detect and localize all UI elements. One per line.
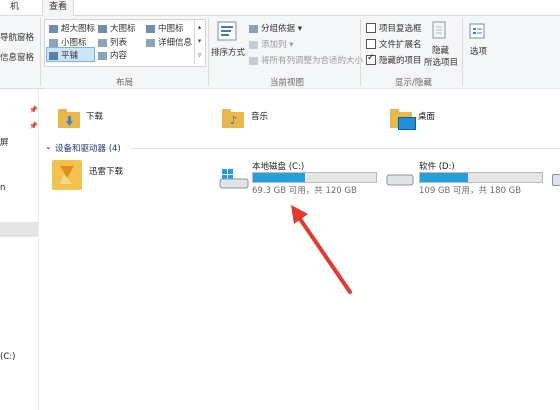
options-icon[interactable] <box>468 22 486 40</box>
add-column-icon <box>249 40 258 49</box>
layout-extra-large-icons[interactable]: 超大图标 <box>49 22 95 34</box>
layout-large-icons[interactable]: 大图标 <box>98 22 136 34</box>
hide-selected-button[interactable]: 隐藏 <box>432 44 449 56</box>
layout-scroll-arrows[interactable]: ▴ ▾ ▿ <box>194 20 204 64</box>
annotation-arrow <box>291 205 352 294</box>
tiles-icon <box>49 51 58 60</box>
item-checkboxes-label: 项目复选框 <box>379 24 422 34</box>
desktop-monitor-icon <box>398 117 416 130</box>
hide-selected-sublabel: 所选项目 <box>424 58 459 68</box>
pin-icon: 📌 <box>29 122 38 130</box>
folder-desktop[interactable]: 桌面 <box>418 110 435 122</box>
file-extensions-checkbox[interactable] <box>366 39 376 49</box>
tab-view[interactable]: 查看 <box>42 0 75 16</box>
ribbon-separator <box>462 18 463 86</box>
group-label-current-view: 当前视图 <box>270 78 305 88</box>
content-icon <box>98 51 107 60</box>
add-column-button[interactable]: 添加列 ▾ <box>249 38 293 50</box>
ribbon-separator <box>360 18 361 86</box>
sidebar-item-drive-c[interactable]: (C:) <box>0 352 15 362</box>
drive-d-icon <box>386 174 414 186</box>
partial-drive-icon <box>552 174 560 186</box>
group-label-layout: 布局 <box>116 78 134 88</box>
collapse-chevron-icon[interactable]: ⌄ <box>45 142 52 151</box>
size-columns-button[interactable]: 将所有列调整为合适的大小 <box>249 54 363 66</box>
file-extensions-label: 文件扩展名 <box>379 40 422 50</box>
list-icon <box>98 38 107 47</box>
medium-icons-icon <box>146 24 155 33</box>
drive-c-usage-bar <box>252 172 377 183</box>
sort-by-button[interactable]: 排序方式 <box>211 46 245 58</box>
tab-computer[interactable]: 机 <box>4 0 25 15</box>
sidebar-item-screen[interactable]: 屏 <box>0 136 9 148</box>
drive-c-space: 69.3 GB 可用，共 120 GB <box>252 186 357 196</box>
content-top-border <box>44 88 560 89</box>
group-label-show-hide: 显示/隐藏 <box>395 78 432 88</box>
devices-section-header[interactable]: 设备和驱动器 (4) <box>55 142 121 154</box>
drive-c-name[interactable]: 本地磁盘 (C:) <box>252 160 304 172</box>
pin-icon: 📌 <box>29 106 38 114</box>
folder-music[interactable]: 音乐 <box>251 110 268 122</box>
extra-large-icons-icon <box>49 24 58 33</box>
sidebar-item-selected[interactable] <box>0 222 38 237</box>
info-pane-button[interactable]: 信息窗格 <box>0 51 34 63</box>
drive-d-usage-bar <box>419 172 543 183</box>
sort-by-icon[interactable] <box>216 20 238 42</box>
drive-d-usage-fill <box>420 173 468 182</box>
drive-d-name[interactable]: 软件 (D:) <box>419 160 455 172</box>
layout-medium-icons[interactable]: 中图标 <box>146 22 184 34</box>
details-icon <box>146 38 155 47</box>
item-checkboxes-checkbox[interactable] <box>366 23 376 33</box>
group-by-icon <box>249 24 258 33</box>
ribbon-tab-bar: 机 查看 <box>0 0 560 16</box>
section-divider <box>132 148 560 149</box>
hide-selected-icon[interactable] <box>430 20 448 42</box>
folder-downloads[interactable]: 下载 <box>86 110 103 122</box>
music-note-icon: ♪ <box>230 114 238 127</box>
options-button[interactable]: 选项 <box>470 45 487 57</box>
device-xunlei[interactable]: 迅雷下载 <box>89 165 123 177</box>
layout-details[interactable]: 详细信息 <box>146 36 192 48</box>
layout-tiles[interactable]: 平铺 <box>49 49 78 61</box>
drive-d-space: 109 GB 可用，共 180 GB <box>419 186 522 196</box>
xunlei-folder-icon <box>52 160 82 190</box>
sidebar-item-partial[interactable]: n <box>0 183 5 193</box>
layout-list[interactable]: 列表 <box>98 36 127 48</box>
layout-content[interactable]: 内容 <box>98 49 127 61</box>
large-icons-icon <box>98 24 107 33</box>
hidden-items-label: 隐藏的项目 <box>379 56 422 66</box>
drive-c-icon <box>218 167 250 191</box>
ribbon-separator <box>208 18 209 86</box>
ribbon-separator <box>40 18 41 86</box>
size-columns-icon <box>249 56 258 65</box>
small-icons-icon <box>49 38 58 47</box>
drive-c-usage-fill <box>253 173 305 182</box>
hidden-items-checkbox[interactable] <box>366 53 376 65</box>
group-by-button[interactable]: 分组依据 ▾ <box>249 22 302 34</box>
nav-pane-button[interactable]: 导航窗格 <box>0 31 34 43</box>
